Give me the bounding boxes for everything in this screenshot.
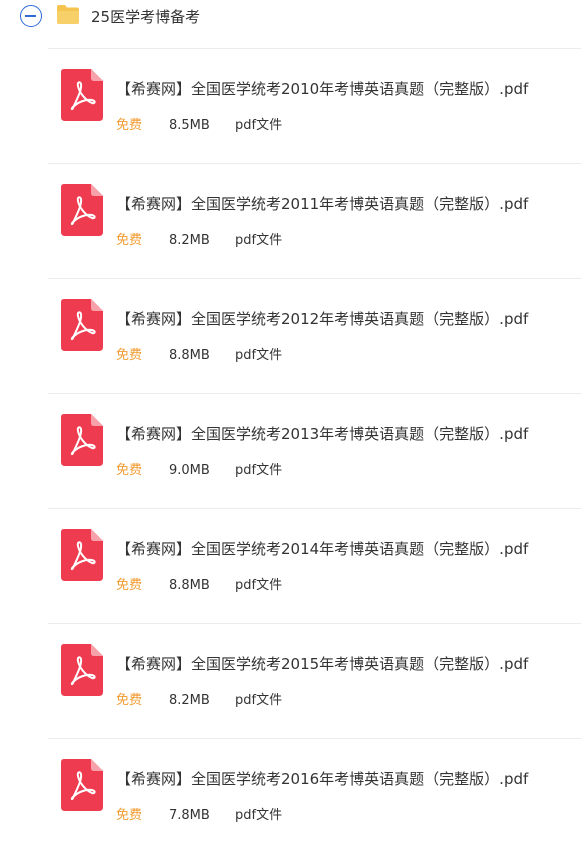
folder-icon [57, 5, 79, 24]
collapse-icon[interactable] [20, 5, 42, 27]
file-item-1[interactable]: 【希赛网】全国医学统考2010年考博英语真题（完整版）.pdf 免费 8.5MB p… [20, 48, 581, 163]
file-size: 8.8MB [169, 348, 210, 363]
file-title[interactable]: 【希赛网】全国医学统考2012年考博英语真题（完整版）.pdf [116, 308, 528, 329]
divider [48, 508, 581, 509]
file-item-7[interactable]: 【希赛网】全国医学统考2016年考博英语真题（完整版）.pdf 免费 7.8MB p… [20, 738, 581, 853]
file-title[interactable]: 【希赛网】全国医学统考2013年考博英语真题（完整版）.pdf [116, 423, 528, 444]
file-meta: 免费 8.5MB pdf文件 [116, 114, 282, 133]
file-title[interactable]: 【希赛网】全国医学统考2014年考博英语真题（完整版）.pdf [116, 538, 528, 559]
file-type: pdf文件 [235, 463, 283, 478]
file-size: 8.8MB [169, 578, 210, 593]
file-title[interactable]: 【希赛网】全国医学统考2015年考博英语真题（完整版）.pdf [116, 653, 528, 674]
file-item-3[interactable]: 【希赛网】全国医学统考2012年考博英语真题（完整版）.pdf 免费 8.8MB p… [20, 278, 581, 393]
divider [48, 278, 581, 279]
file-meta: 免费 8.8MB pdf文件 [116, 344, 282, 363]
price-label: 免费 [116, 118, 143, 133]
divider [48, 393, 581, 394]
price-label: 免费 [116, 693, 143, 708]
file-item-4[interactable]: 【希赛网】全国医学统考2013年考博英语真题（完整版）.pdf 免费 9.0MB p… [20, 393, 581, 508]
price-label: 免费 [116, 808, 143, 823]
pdf-file-icon [61, 184, 103, 236]
file-type: pdf文件 [235, 808, 283, 823]
file-item-5[interactable]: 【希赛网】全国医学统考2014年考博英语真题（完整版）.pdf 免费 8.8MB p… [20, 508, 581, 623]
file-meta: 免费 9.0MB pdf文件 [116, 459, 282, 478]
pdf-file-icon [61, 529, 103, 581]
file-item-6[interactable]: 【希赛网】全国医学统考2015年考博英语真题（完整版）.pdf 免费 8.2MB p… [20, 623, 581, 738]
pdf-file-icon [61, 644, 103, 696]
price-label: 免费 [116, 463, 143, 478]
file-size: 9.0MB [169, 463, 210, 478]
file-meta: 免费 8.2MB pdf文件 [116, 689, 282, 708]
file-list: 【希赛网】全国医学统考2010年考博英语真题（完整版）.pdf 免费 8.5MB p… [20, 48, 581, 853]
folder-row[interactable]: 25医学考博备考 [0, 0, 581, 36]
file-meta: 免费 8.2MB pdf文件 [116, 229, 282, 248]
price-label: 免费 [116, 578, 143, 593]
price-label: 免费 [116, 348, 143, 363]
file-size: 8.2MB [169, 693, 210, 708]
file-size: 7.8MB [169, 808, 210, 823]
file-item-2[interactable]: 【希赛网】全国医学统考2011年考博英语真题（完整版）.pdf 免费 8.2MB p… [20, 163, 581, 278]
pdf-file-icon [61, 414, 103, 466]
divider [48, 738, 581, 739]
file-type: pdf文件 [235, 348, 283, 363]
file-meta: 免费 8.8MB pdf文件 [116, 574, 282, 593]
divider [48, 623, 581, 624]
pdf-file-icon [61, 759, 103, 811]
file-type: pdf文件 [235, 118, 283, 133]
file-title[interactable]: 【希赛网】全国医学统考2016年考博英语真题（完整版）.pdf [116, 768, 528, 789]
file-size: 8.5MB [169, 118, 210, 133]
file-meta: 免费 7.8MB pdf文件 [116, 804, 282, 823]
pdf-file-icon [61, 69, 103, 121]
file-size: 8.2MB [169, 233, 210, 248]
file-title[interactable]: 【希赛网】全国医学统考2010年考博英语真题（完整版）.pdf [116, 78, 528, 99]
pdf-file-icon [61, 299, 103, 351]
price-label: 免费 [116, 233, 143, 248]
divider [48, 163, 581, 164]
file-type: pdf文件 [235, 578, 283, 593]
folder-name[interactable]: 25医学考博备考 [91, 6, 200, 27]
file-type: pdf文件 [235, 233, 283, 248]
file-title[interactable]: 【希赛网】全国医学统考2011年考博英语真题（完整版）.pdf [116, 193, 528, 214]
divider [48, 48, 581, 49]
file-type: pdf文件 [235, 693, 283, 708]
